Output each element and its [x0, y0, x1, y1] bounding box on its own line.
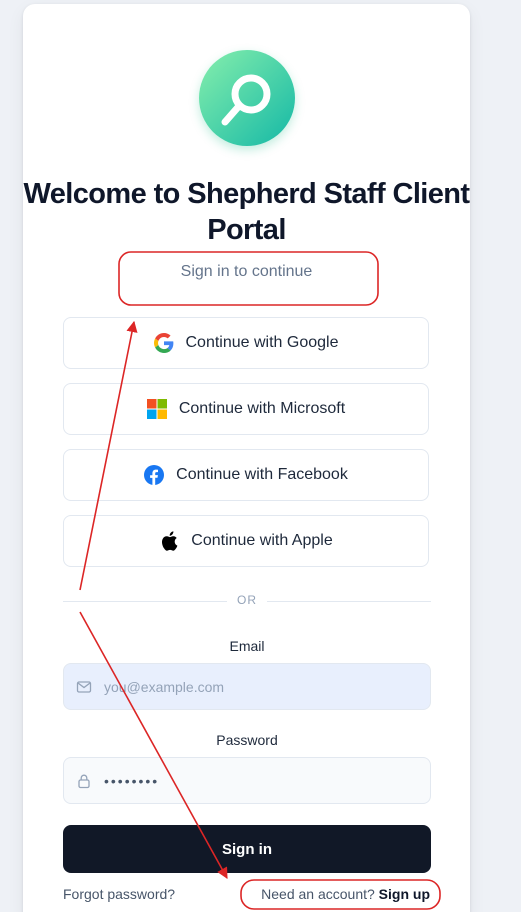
login-page: Welcome to Shepherd Staff Client Portal …: [0, 0, 521, 912]
or-divider: OR: [63, 592, 431, 610]
mail-icon: [76, 679, 92, 695]
page-subtitle: Sign in to continue: [180, 263, 313, 280]
need-account-text: Need an account?: [261, 886, 375, 902]
signup-prompt: Need an account? Sign up: [261, 886, 430, 902]
facebook-signin-label: Continue with Facebook: [176, 466, 348, 483]
microsoft-icon: [146, 399, 167, 419]
password-label: Password: [216, 732, 278, 748]
email-label: Email: [229, 638, 265, 654]
page-title: Welcome to Shepherd Staff Client Portal: [23, 178, 471, 246]
password-input[interactable]: [104, 772, 430, 789]
email-input[interactable]: [104, 678, 430, 695]
lock-icon: [76, 773, 92, 789]
sign-up-link[interactable]: Sign up: [379, 886, 430, 902]
apple-signin-button[interactable]: Continue with Apple: [63, 515, 429, 567]
facebook-signin-button[interactable]: Continue with Facebook: [63, 449, 429, 501]
google-signin-button[interactable]: Continue with Google: [63, 317, 429, 369]
microsoft-signin-button[interactable]: Continue with Microsoft: [63, 383, 429, 435]
divider-label: OR: [237, 593, 257, 607]
google-signin-label: Continue with Google: [185, 334, 339, 351]
password-field-wrapper: [63, 757, 431, 804]
google-icon: [153, 333, 174, 353]
email-field-wrapper: [63, 663, 431, 710]
sign-in-button[interactable]: Sign in: [63, 825, 431, 873]
forgot-password-link[interactable]: Forgot password?: [63, 886, 175, 902]
apple-signin-label: Continue with Apple: [191, 532, 333, 549]
microsoft-signin-label: Continue with Microsoft: [178, 400, 346, 417]
app-logo-mark: [199, 50, 295, 146]
app-logo: [199, 50, 295, 146]
facebook-icon: [144, 465, 165, 485]
apple-icon: [159, 531, 179, 551]
